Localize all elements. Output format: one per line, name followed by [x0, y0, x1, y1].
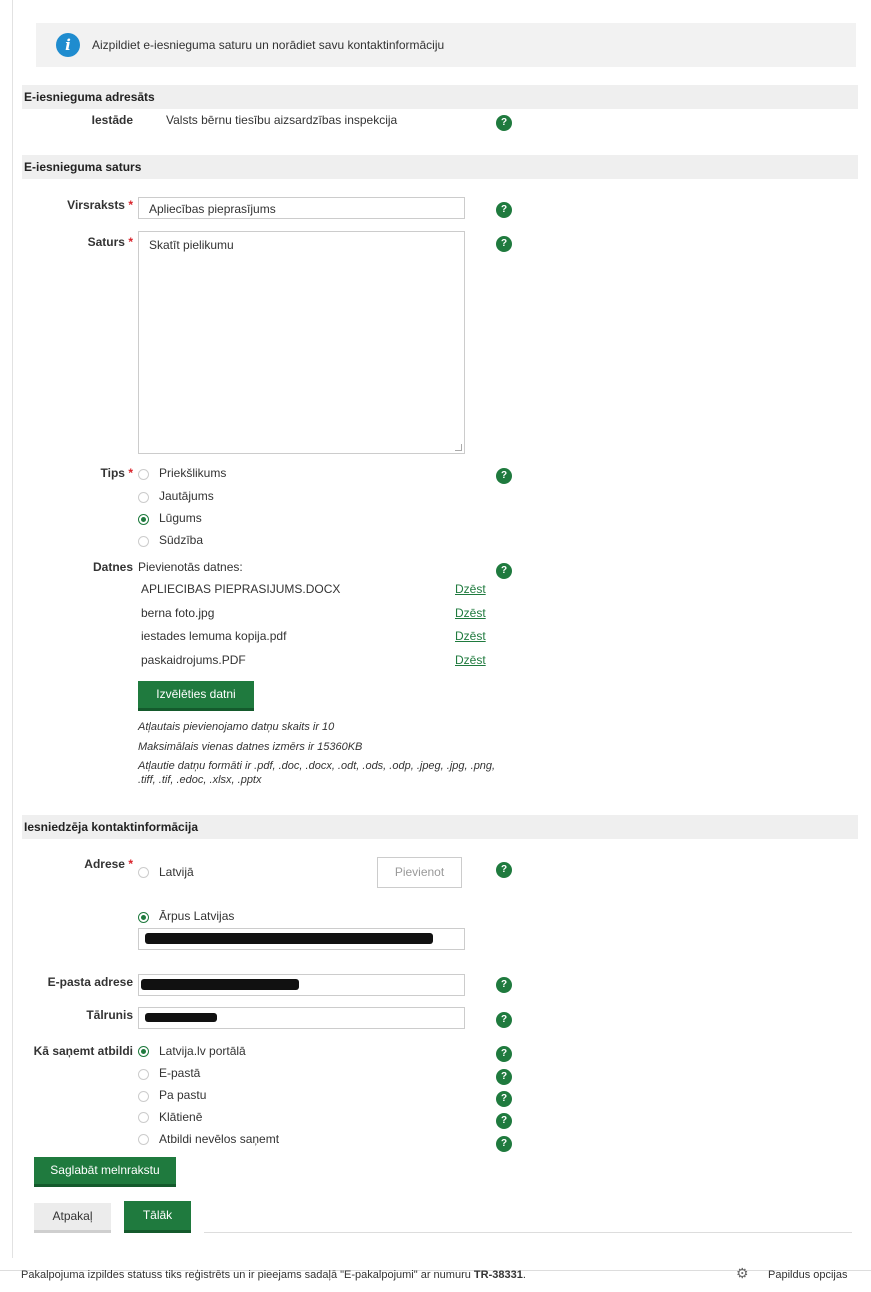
help-icon[interactable]: ? — [496, 1136, 512, 1152]
institution-value: Valsts bērnu tiesību aizsardzības inspek… — [166, 113, 398, 127]
gear-icon[interactable]: ⚙ — [736, 1265, 749, 1282]
type-option-label: Jautājums — [159, 489, 214, 503]
note-max-size: Maksimālais vienas datnes izmērs ir 1536… — [138, 741, 363, 753]
help-icon[interactable]: ? — [496, 563, 512, 579]
files-label: Datnes — [92, 560, 133, 574]
help-icon[interactable]: ? — [496, 1046, 512, 1062]
note-max-files: Atļautais pievienojamo datņu skaits ir 1… — [138, 721, 335, 733]
redaction-mark — [145, 1013, 217, 1022]
type-option-label: Sūdzība — [159, 533, 204, 547]
type-option-label: Priekšlikums — [159, 466, 227, 480]
info-bar: i Aizpildiet e-iesnieguma saturu un norā… — [36, 23, 856, 67]
back-button[interactable]: Atpakaļ — [34, 1203, 111, 1233]
help-icon[interactable]: ? — [496, 115, 512, 131]
redaction-mark — [145, 933, 433, 944]
phone-label: Tālrunis — [86, 1008, 133, 1022]
reply-option-label: Atbildi nevēlos saņemt — [159, 1132, 280, 1146]
content-label: Saturs * — [87, 235, 133, 249]
reply-option-label: Pa pastu — [159, 1088, 207, 1102]
radio-reply-portal[interactable] — [138, 1046, 149, 1057]
radio-type-proposal[interactable] — [138, 469, 149, 480]
file-name: berna foto.jpg — [141, 606, 215, 620]
radio-type-request[interactable] — [138, 514, 149, 525]
file-name: paskaidrojums.PDF — [141, 653, 246, 667]
file-name: iestades lemuma kopija.pdf — [141, 629, 287, 643]
reply-option-label: Klātienē — [159, 1110, 203, 1124]
info-text: Aizpildiet e-iesnieguma saturu un norādi… — [92, 38, 445, 52]
content-text: Skatīt pielikumu — [149, 238, 234, 252]
radio-address-abroad[interactable] — [138, 912, 149, 923]
phone-input[interactable] — [138, 1007, 465, 1029]
resize-handle[interactable] — [455, 444, 462, 451]
reply-option-label: Latvija.lv portālā — [159, 1044, 246, 1058]
radio-reply-inperson[interactable] — [138, 1112, 149, 1123]
foreign-address-input[interactable] — [138, 928, 465, 950]
title-input[interactable]: Apliecības pieprasījums — [138, 197, 465, 219]
type-option-label: Lūgums — [159, 511, 202, 525]
delete-file-link[interactable]: Dzēst — [455, 582, 486, 596]
address-option-label: Latvijā — [159, 865, 194, 879]
add-address-button[interactable]: Pievienot — [377, 857, 462, 888]
radio-type-question[interactable] — [138, 492, 149, 503]
section-content: E-iesnieguma saturs — [22, 155, 858, 179]
help-icon[interactable]: ? — [496, 1091, 512, 1107]
note-formats: Atļautie datņu formāti ir .pdf, .doc, .d… — [138, 760, 496, 786]
help-icon[interactable]: ? — [496, 202, 512, 218]
help-icon[interactable]: ? — [496, 468, 512, 484]
institution-label: Iestāde — [91, 113, 133, 127]
help-icon[interactable]: ? — [496, 1069, 512, 1085]
redaction-mark — [141, 979, 299, 990]
title-label: Virsraksts * — [67, 198, 133, 212]
address-label: Adrese * — [84, 857, 133, 871]
save-draft-button[interactable]: Saglabāt melnrakstu — [34, 1157, 176, 1187]
radio-reply-post[interactable] — [138, 1091, 149, 1102]
help-icon[interactable]: ? — [496, 977, 512, 993]
files-heading: Pievienotās datnes: — [138, 560, 243, 574]
status-footer-text: Pakalpojuma izpildes statuss tiks reģist… — [21, 1269, 526, 1281]
radio-address-latvia[interactable] — [138, 867, 149, 878]
delete-file-link[interactable]: Dzēst — [455, 653, 486, 667]
radio-reply-none[interactable] — [138, 1134, 149, 1145]
content-textarea[interactable]: Skatīt pielikumu — [138, 231, 465, 454]
address-option-label: Ārpus Latvijas — [159, 909, 235, 923]
nav-divider — [204, 1232, 852, 1233]
radio-reply-email[interactable] — [138, 1069, 149, 1080]
delete-file-link[interactable]: Dzēst — [455, 629, 486, 643]
help-icon[interactable]: ? — [496, 1012, 512, 1028]
delete-file-link[interactable]: Dzēst — [455, 606, 486, 620]
radio-type-complaint[interactable] — [138, 536, 149, 547]
additional-options-link[interactable]: Papildus opcijas — [768, 1269, 848, 1281]
help-icon[interactable]: ? — [496, 1113, 512, 1129]
service-number: TR-38331 — [473, 1269, 523, 1281]
info-icon: i — [56, 33, 80, 57]
help-icon[interactable]: ? — [496, 862, 512, 878]
section-addressee: E-iesnieguma adresāts — [22, 85, 858, 109]
choose-file-button[interactable]: Izvēlēties datni — [138, 681, 254, 711]
file-name: APLIECIBAS PIEPRASIJUMS.DOCX — [141, 582, 341, 596]
email-label: E-pasta adrese — [47, 975, 133, 989]
next-button[interactable]: Tālāk — [124, 1201, 191, 1233]
reply-option-label: E-pastā — [159, 1066, 201, 1080]
section-contact: Iesniedzēja kontaktinformācija — [22, 815, 858, 839]
email-input[interactable] — [138, 974, 465, 996]
reply-label: Kā saņemt atbildi — [33, 1044, 133, 1058]
help-icon[interactable]: ? — [496, 236, 512, 252]
type-label: Tips * — [100, 466, 133, 480]
